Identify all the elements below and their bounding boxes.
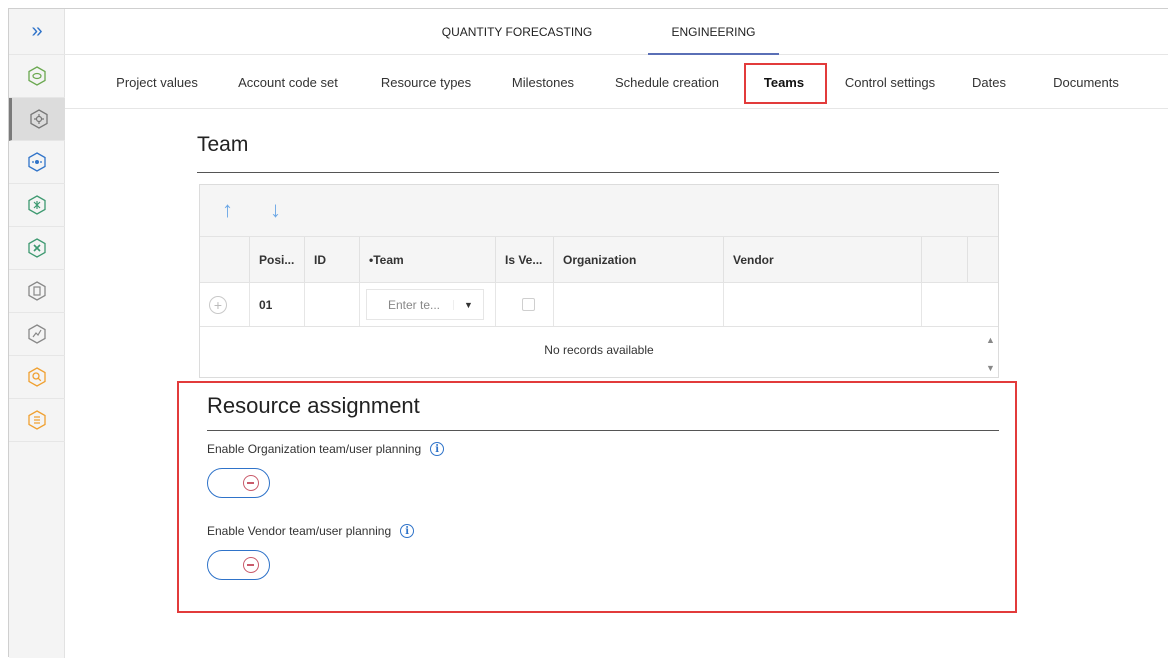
teams-highlight-box xyxy=(744,63,827,104)
subtab-control-settings[interactable]: Control settings xyxy=(835,55,945,109)
team-cell: Enter te... ▼ xyxy=(360,283,496,326)
grid-toolbar: ↑ ↓ xyxy=(200,185,998,237)
document-hexagon-icon xyxy=(28,281,46,301)
sidebar-item-8[interactable] xyxy=(9,356,65,399)
sidebar-item-6[interactable] xyxy=(9,270,65,313)
chart-hexagon-icon xyxy=(28,324,46,344)
org-planning-toggle[interactable] xyxy=(207,468,270,498)
scroll-up-icon[interactable]: ▲ xyxy=(986,335,995,345)
org-planning-label-row: Enable Organization team/user planning i xyxy=(207,442,445,456)
sidebar-item-3[interactable] xyxy=(9,141,65,184)
subtab-resource-types[interactable]: Resource types xyxy=(371,55,481,109)
cluster-hexagon-icon xyxy=(28,195,46,215)
minus-circle-icon xyxy=(243,557,259,573)
resource-assignment-title: Resource assignment xyxy=(207,393,420,418)
app-frame: » QUANTITY FORECASTING ENGINEERING Proje… xyxy=(8,8,1168,658)
gear-hexagon-icon xyxy=(29,109,48,129)
info-icon[interactable]: i xyxy=(400,524,415,538)
sub-navigation: Project values Account code set Resource… xyxy=(65,55,1168,109)
column-extra xyxy=(922,237,968,282)
sidebar-item-1[interactable] xyxy=(9,55,65,98)
vendor-cell[interactable] xyxy=(724,283,922,326)
grid-header: Posi... ID •Team Is Ve... Organization V… xyxy=(200,237,998,283)
is-vendor-checkbox[interactable] xyxy=(521,298,535,311)
vendor-planning-toggle[interactable] xyxy=(207,550,270,580)
move-up-icon[interactable]: ↑ xyxy=(222,197,233,223)
organization-cell[interactable] xyxy=(554,283,724,326)
column-organization[interactable]: Organization xyxy=(554,237,724,282)
column-position[interactable]: Posi... xyxy=(250,237,305,282)
sidebar-item-4[interactable] xyxy=(9,184,65,227)
hexagon-icon xyxy=(28,66,46,86)
position-cell: 01 xyxy=(250,283,305,326)
sidebar-item-2[interactable] xyxy=(9,98,65,141)
subtab-documents[interactable]: Documents xyxy=(1041,55,1131,109)
team-section-title: Team xyxy=(197,133,249,156)
team-dropdown[interactable]: Enter te... ▼ xyxy=(366,289,484,320)
grid-scrollbar[interactable]: ▲ ▼ xyxy=(984,283,998,377)
subtab-schedule-creation[interactable]: Schedule creation xyxy=(602,55,732,109)
subtab-teams[interactable]: Teams xyxy=(744,55,827,109)
sidebar-item-9[interactable] xyxy=(9,399,65,442)
column-id[interactable]: ID xyxy=(305,237,360,282)
column-select xyxy=(200,237,250,282)
team-grid: ↑ ↓ Posi... ID •Team Is Ve... Organizati… xyxy=(199,184,999,378)
team-divider xyxy=(197,172,999,173)
column-is-vendor[interactable]: Is Ve... xyxy=(496,237,554,282)
minus-circle-icon xyxy=(243,475,259,491)
tab-quantity-forecasting[interactable]: QUANTITY FORECASTING xyxy=(431,9,603,55)
column-vendor[interactable]: Vendor xyxy=(724,237,922,282)
cross-hexagon-icon xyxy=(28,238,46,258)
expand-sidebar-button[interactable]: » xyxy=(9,9,65,55)
column-team[interactable]: •Team xyxy=(360,237,496,282)
subtab-dates[interactable]: Dates xyxy=(961,55,1017,109)
info-icon[interactable]: i xyxy=(430,442,445,456)
table-row: + 01 Enter te... ▼ xyxy=(200,283,998,327)
vendor-planning-label: Enable Vendor team/user planning xyxy=(207,524,392,538)
double-chevron-right-icon: » xyxy=(31,20,43,42)
node-hexagon-icon xyxy=(28,152,46,172)
sidebar: » xyxy=(9,9,65,658)
module-tabs: QUANTITY FORECASTING ENGINEERING xyxy=(65,9,1168,55)
list-hexagon-icon xyxy=(28,410,46,430)
caret-down-icon: ▼ xyxy=(453,299,483,310)
id-cell xyxy=(305,283,360,326)
search-hexagon-icon xyxy=(28,367,46,387)
is-vendor-cell xyxy=(496,283,554,326)
vendor-planning-label-row: Enable Vendor team/user planning i xyxy=(207,524,415,538)
add-row-cell: + xyxy=(200,283,250,326)
empty-message: No records available xyxy=(544,343,654,357)
org-planning-label: Enable Organization team/user planning xyxy=(207,442,422,456)
add-row-icon[interactable]: + xyxy=(209,295,227,314)
subtab-project-values[interactable]: Project values xyxy=(103,55,211,109)
subtab-milestones[interactable]: Milestones xyxy=(500,55,586,109)
tab-engineering[interactable]: ENGINEERING xyxy=(648,9,779,55)
resource-assignment-divider xyxy=(207,430,999,431)
subtab-account-code-set[interactable]: Account code set xyxy=(227,55,349,109)
move-down-icon[interactable]: ↓ xyxy=(270,197,281,223)
scroll-down-icon[interactable]: ▼ xyxy=(986,363,995,373)
sidebar-item-7[interactable] xyxy=(9,313,65,356)
sidebar-item-5[interactable] xyxy=(9,227,65,270)
